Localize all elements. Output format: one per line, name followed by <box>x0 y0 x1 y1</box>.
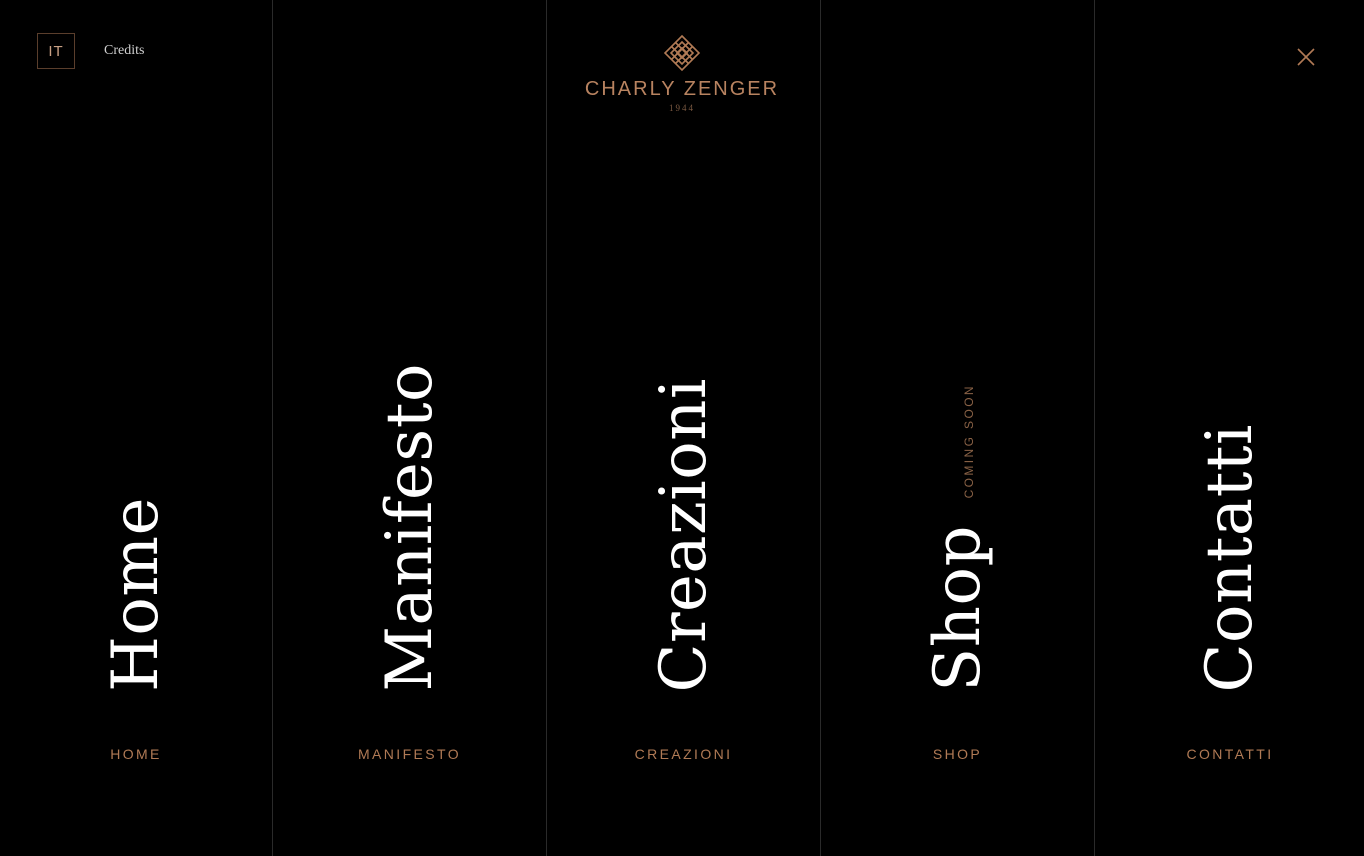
menu-item-label: MANIFESTO <box>357 746 462 762</box>
credits-link[interactable]: Credits <box>104 43 144 59</box>
menu-item-label: CREAZIONI <box>634 746 733 762</box>
menu-item-title: Home <box>99 497 173 692</box>
close-icon[interactable] <box>1294 45 1318 69</box>
menu-item-contatti[interactable]: Contatti CONTATTI <box>1094 0 1364 856</box>
language-switch-button[interactable]: IT <box>37 33 75 69</box>
menu-overlay: Home HOME Manifesto MANIFESTO Creazioni … <box>0 0 1364 856</box>
menu-columns: Home HOME Manifesto MANIFESTO Creazioni … <box>0 0 1364 856</box>
menu-item-manifesto[interactable]: Manifesto MANIFESTO <box>272 0 546 856</box>
brand-name: CHARLY ZENGER <box>584 78 780 100</box>
menu-item-label: CONTATTI <box>1186 746 1274 762</box>
brand-year: 1944 <box>669 103 695 113</box>
menu-item-creazioni[interactable]: Creazioni CREAZIONI <box>546 0 820 856</box>
menu-item-home[interactable]: Home HOME <box>0 0 272 856</box>
brand-logo[interactable]: CHARLY ZENGER 1944 <box>582 34 782 124</box>
menu-item-title: Manifesto <box>372 363 447 692</box>
menu-item-title: Contatti <box>1193 423 1267 693</box>
menu-item-shop[interactable]: COMING SOON Shop SHOP <box>820 0 1094 856</box>
menu-item-label: HOME <box>110 746 162 762</box>
menu-item-label: SHOP <box>932 746 983 762</box>
coming-soon-note: COMING SOON <box>962 384 976 499</box>
menu-item-title: Shop <box>920 525 995 692</box>
knot-emblem-icon <box>663 34 701 72</box>
menu-item-title: Creazioni <box>646 377 721 693</box>
